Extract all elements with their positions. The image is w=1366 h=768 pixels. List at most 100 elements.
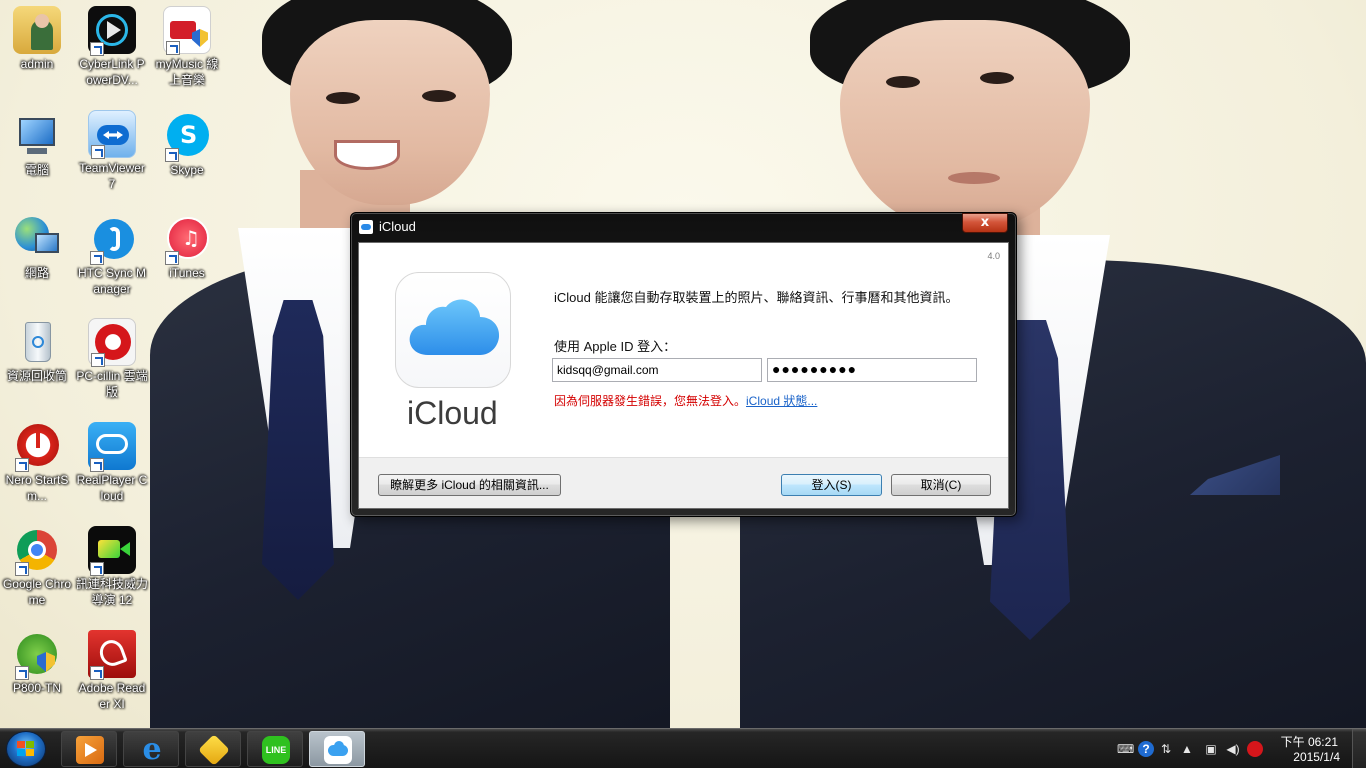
desktop-icon-label: Skype <box>170 163 204 177</box>
recycle-bin-icon <box>13 318 61 366</box>
shortcut-arrow-icon <box>15 458 29 472</box>
icloud-app-icon <box>395 272 511 388</box>
adobe-reader-icon <box>88 630 136 680</box>
shortcut-arrow-icon <box>91 353 105 367</box>
description-text: iCloud 能讓您自動存取裝置上的照片、聯絡資訊、行事曆和其他資訊。 <box>554 290 959 305</box>
mymusic-icon <box>163 6 211 55</box>
icloud-icon <box>359 220 373 234</box>
desktop-icon-realplayer[interactable]: RealPlayer Cloud <box>76 422 148 504</box>
clock-date[interactable]: 2015/1/4 <box>1293 750 1340 764</box>
shortcut-arrow-icon <box>90 562 104 576</box>
shortcut-arrow-icon <box>90 251 104 265</box>
shortcut-arrow-icon <box>166 41 180 55</box>
desktop-icon-label: myMusic 線上音樂 <box>155 57 219 87</box>
sync-icon[interactable]: ⇅ <box>1158 741 1174 757</box>
sign-in-button[interactable]: 登入(S) <box>781 474 882 496</box>
start-button[interactable] <box>6 731 46 767</box>
desktop-icon-label: PC-cillin 雲端版 <box>76 369 148 399</box>
desktop-icon-itunes[interactable]: ♫ iTunes <box>151 215 223 281</box>
desktop-icon-label: Google Chrome <box>2 577 72 607</box>
powerdirector-icon <box>88 526 136 576</box>
windows-logo-icon <box>17 741 35 757</box>
desktop-icon-label: Nero StartSm... <box>5 473 69 503</box>
desktop-icon-pc-cillin[interactable]: PC-cillin 雲端版 <box>76 318 148 400</box>
desktop-icon-nero[interactable]: Nero StartSm... <box>1 422 73 504</box>
cancel-button[interactable]: 取消(C) <box>891 474 991 496</box>
nero-icon <box>13 422 61 472</box>
desktop-icon-mymusic[interactable]: myMusic 線上音樂 <box>151 6 223 88</box>
desktop-icon-label: 訊連科技威力導演 12 <box>76 577 149 607</box>
desktop-icon-label: RealPlayer Cloud <box>76 473 148 503</box>
desktop-icon-label: Adobe Reader XI <box>78 681 146 711</box>
shortcut-arrow-icon <box>90 458 104 472</box>
shortcut-arrow-icon <box>90 42 104 56</box>
apple-id-signin-label: 使用 Apple ID 登入： <box>554 339 677 354</box>
dialog-body: 4.0 iCloud iCloud 能讓您自動存取裝置上的照片、聯絡資訊、行事曆… <box>358 242 1009 509</box>
computer-icon <box>13 112 61 160</box>
shortcut-arrow-icon <box>165 148 179 162</box>
learn-more-button[interactable]: 瞭解更多 iCloud 的相關資訊... <box>378 474 561 496</box>
shortcut-arrow-icon <box>165 251 179 265</box>
desktop-icon-label: CyberLink PowerDV... <box>79 57 145 87</box>
shortcut-arrow-icon <box>15 666 29 680</box>
error-text: 因為伺服器發生錯誤，您無法登入。 <box>554 394 747 408</box>
apple-id-input[interactable] <box>552 358 762 382</box>
help-icon[interactable]: ? <box>1138 741 1154 757</box>
desktop-icon-skype[interactable]: S Skype <box>151 112 223 178</box>
desktop-icon-adobe-reader[interactable]: Adobe Reader XI <box>76 630 148 712</box>
network-icon <box>13 215 61 263</box>
icloud-icon <box>324 736 352 764</box>
desktop-icon-powerdirector[interactable]: 訊連科技威力導演 12 <box>76 526 148 608</box>
taskbar-kmplayer[interactable] <box>185 731 241 767</box>
desktop-icon-htc-sync[interactable]: HTC Sync Manager <box>76 215 148 297</box>
line-icon: LINE <box>262 736 290 764</box>
keyboard-icon[interactable]: ⌨ <box>1117 741 1134 757</box>
chrome-icon <box>13 526 61 576</box>
cyberlink-powerdvd-icon <box>88 6 136 56</box>
dialog-titlebar[interactable]: iCloud x <box>351 213 1016 241</box>
teamviewer-icon <box>88 110 136 159</box>
media-player-icon <box>76 736 104 764</box>
user-folder-icon <box>13 6 61 54</box>
show-hidden-icons-icon[interactable]: ▲ <box>1179 741 1195 757</box>
shortcut-arrow-icon <box>90 666 104 680</box>
p800-icon <box>13 630 61 680</box>
skype-icon: S <box>163 112 211 162</box>
taskbar: e LINE ⌨ ? ⇅ ▲ ▣ ◀) 下午 06:21 2015/1/4 <box>0 728 1366 768</box>
desktop-icon-label: 資源回收筒 <box>6 369 67 383</box>
taskbar-line[interactable]: LINE <box>247 731 303 767</box>
desktop-icon-chrome[interactable]: Google Chrome <box>1 526 73 608</box>
icloud-status-link[interactable]: iCloud 狀態... <box>746 394 817 408</box>
security-tray-icon[interactable] <box>1247 741 1263 757</box>
system-tray: ⌨ ? ⇅ ▲ ▣ ◀) 下午 06:21 2015/1/4 <box>1106 729 1366 768</box>
shortcut-arrow-icon <box>91 145 105 159</box>
desktop-icon-teamviewer[interactable]: TeamViewer 7 <box>76 110 148 192</box>
internet-explorer-icon: e <box>142 732 162 767</box>
desktop-icon-label: P800-TN <box>12 681 62 695</box>
desktop-icon-p800[interactable]: P800-TN <box>1 630 73 696</box>
desktop-icon-label: iTunes <box>169 266 205 280</box>
network-tray-icon[interactable]: ▣ <box>1203 741 1219 757</box>
desktop-icon-cyberlink[interactable]: CyberLink PowerDV... <box>76 6 148 88</box>
desktop-icon-admin[interactable]: admin <box>1 6 73 72</box>
version-label: 4.0 <box>987 251 1000 261</box>
icloud-dialog: iCloud x 4.0 iCloud iCloud 能讓您自動存取裝置上的照片… <box>350 212 1017 517</box>
desktop-icon-label: HTC Sync Manager <box>77 266 146 296</box>
shortcut-arrow-icon <box>15 562 29 576</box>
dialog-footer: 瞭解更多 iCloud 的相關資訊... 登入(S) 取消(C) <box>359 457 1008 508</box>
password-input[interactable] <box>767 358 977 382</box>
clock-time[interactable]: 下午 06:21 <box>1281 733 1338 750</box>
desktop-icon-recycle-bin[interactable]: 資源回收筒 <box>1 318 73 384</box>
desktop-icon-label: TeamViewer 7 <box>79 161 145 191</box>
desktop-icon-computer[interactable]: 電腦 <box>1 112 73 178</box>
error-message: 因為伺服器發生錯誤，您無法登入。iCloud 狀態... <box>554 392 817 409</box>
dialog-title: iCloud <box>379 219 416 234</box>
desktop-icon-label: admin <box>20 57 54 71</box>
taskbar-media-player[interactable] <box>61 731 117 767</box>
show-desktop-button[interactable] <box>1352 729 1366 768</box>
taskbar-internet-explorer[interactable]: e <box>123 731 179 767</box>
volume-icon[interactable]: ◀) <box>1225 741 1241 757</box>
taskbar-icloud[interactable] <box>309 731 365 767</box>
desktop-icon-network[interactable]: 網路 <box>1 215 73 281</box>
close-button[interactable]: x <box>962 213 1008 233</box>
